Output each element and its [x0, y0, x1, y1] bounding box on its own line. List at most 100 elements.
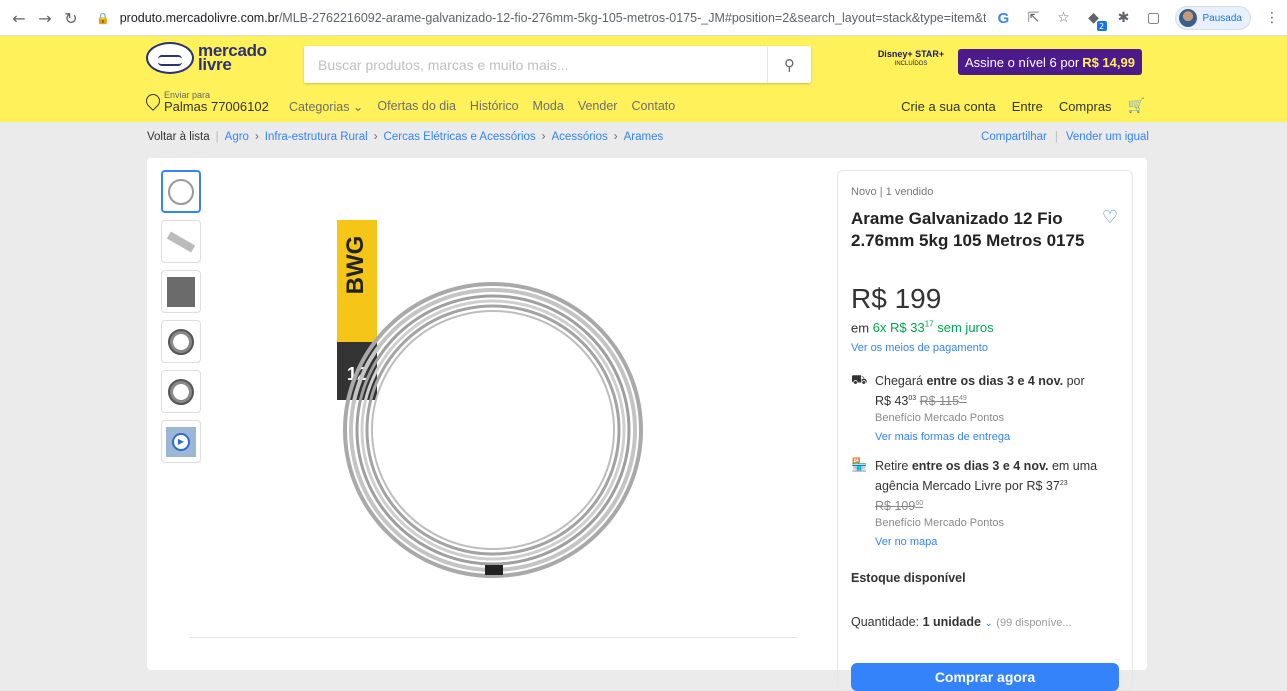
purchases-link[interactable]: Compras: [1059, 99, 1112, 114]
subscription-promo-button[interactable]: Assine o nível 6 por R$ 14,99: [958, 49, 1142, 75]
ship-old-price: R$ 115: [919, 394, 960, 409]
breadcrumb-item[interactable]: Acessórios: [552, 131, 608, 143]
nav-moda[interactable]: Moda: [533, 99, 564, 114]
extension-badge: 2: [1096, 21, 1107, 31]
chevron-down-icon: ⌄: [984, 618, 993, 629]
product-image[interactable]: BWG 12: [337, 220, 697, 580]
login-link[interactable]: Entre: [1012, 99, 1043, 114]
bookmark-star-icon[interactable]: ☆: [1055, 9, 1073, 27]
installments-suffix: sem juros: [937, 320, 994, 336]
breadcrumb: Voltar à lista | Agro › Infra-estrutura …: [147, 131, 663, 143]
wire-coil-icon: [168, 178, 194, 205]
nav-contato[interactable]: Contato: [631, 99, 675, 114]
profile-label: Pausada: [1202, 12, 1242, 24]
thumbnail-1[interactable]: [161, 170, 201, 213]
buy-now-button[interactable]: Comprar agora: [851, 663, 1119, 691]
breadcrumb-item[interactable]: Infra-estrutura Rural: [265, 131, 368, 143]
share-separator: |: [1054, 131, 1058, 143]
qty-label: Quantidade:: [851, 615, 920, 629]
breadcrumb-item[interactable]: Cercas Elétricas e Acessórios: [384, 131, 536, 143]
chevron-right-icon: ›: [373, 131, 378, 143]
nav-categorias[interactable]: Categorias ⌄: [289, 99, 363, 114]
profile-button[interactable]: Pausada: [1174, 6, 1251, 30]
reload-icon[interactable]: ↻: [60, 7, 82, 29]
chevron-right-icon: ›: [254, 131, 259, 143]
ship-pre: Chegará: [875, 374, 923, 388]
url-host: produto.mercadolivre.com.br: [119, 11, 279, 25]
product-title: Arame Galvanizado 12 Fio 2.76mm 5kg 105 …: [851, 209, 1085, 250]
wire-bundle-icon: [166, 231, 196, 252]
extension-tag-icon[interactable]: ◆ 2: [1085, 9, 1107, 31]
breadcrumb-separator: |: [215, 131, 219, 143]
store-icon: 🏪: [851, 458, 868, 473]
disney-line1: Disney+ STAR+: [877, 49, 945, 59]
buy-box: Novo | 1 vendido Arame Galvanizado 12 Fi…: [837, 170, 1133, 691]
create-account-link[interactable]: Crie a sua conta: [901, 99, 996, 114]
account-nav: Crie a sua conta Entre Compras 🛒: [901, 98, 1145, 114]
installments-prefix: em: [851, 320, 870, 336]
share-actions: Compartilhar | Vender um igual: [981, 131, 1149, 143]
ship-old-cents: 49: [959, 395, 967, 402]
side-panel-icon[interactable]: ▢: [1145, 9, 1163, 27]
truck-icon: ⛟: [851, 373, 868, 388]
pickup-pre: Retire: [875, 459, 909, 473]
pickup-cents: 23: [1059, 480, 1068, 487]
stock-status: Estoque disponível: [851, 571, 966, 585]
installments-cents: 17: [924, 320, 934, 329]
disney-star-logo[interactable]: Disney+ STAR+ INCLUÍDOS: [872, 49, 950, 77]
promo-text: Assine o nível 6 por: [965, 54, 1080, 70]
coil-tag: [485, 565, 503, 575]
wire-coil: [343, 282, 643, 578]
thumbnail-video[interactable]: ▶: [161, 420, 201, 463]
extensions-puzzle-icon[interactable]: ✱: [1115, 9, 1133, 27]
product-panel: ▶ BWG 12 Novo | 1 vendido Arame Galvaniz…: [147, 158, 1147, 691]
wire-coil-icon: [168, 378, 194, 405]
thumbnail-5[interactable]: [161, 370, 201, 413]
thumbnail-2[interactable]: [161, 220, 201, 263]
ship-dates: entre os dias 3 e 4 nov.: [926, 374, 1064, 388]
mercado-livre-logo[interactable]: mercado livre: [146, 42, 267, 74]
forward-arrow-icon[interactable]: →: [34, 7, 56, 29]
search-placeholder: Buscar produtos, marcas e muito mais...: [318, 56, 569, 73]
wire-coil-icon: [168, 328, 194, 355]
share-link[interactable]: Compartilhar: [981, 131, 1047, 143]
main-nav: Categorias ⌄ Ofertas do dia Histórico Mo…: [289, 99, 675, 114]
breadcrumb-item[interactable]: Agro: [225, 131, 249, 143]
qty-available: (99 disponíve...: [996, 617, 1072, 629]
menu-kebab-icon[interactable]: ⋮: [1263, 9, 1281, 27]
ship-price-cents: 03: [908, 395, 917, 402]
breadcrumb-item[interactable]: Arames: [624, 131, 664, 143]
label-bwg-text: BWG: [342, 236, 369, 295]
thumbnail-4[interactable]: [161, 320, 201, 363]
view-map-link[interactable]: Ver no mapa: [875, 534, 1121, 551]
nav-historico[interactable]: Histórico: [470, 99, 519, 114]
search-icon[interactable]: ⚲: [767, 46, 811, 83]
pickup-old-cents: 60: [915, 500, 924, 508]
delivery-location[interactable]: Enviar para Palmas 77006102: [143, 90, 269, 114]
google-lens-icon[interactable]: G: [995, 9, 1013, 27]
condition-sold: Novo | 1 vendido: [851, 186, 934, 198]
location-pin-icon: [143, 91, 163, 111]
back-arrow-icon[interactable]: ←: [8, 7, 30, 29]
more-delivery-options-link[interactable]: Ver mais formas de entrega: [875, 429, 1085, 446]
sell-same-link[interactable]: Vender um igual: [1066, 131, 1149, 143]
lock-icon: 🔒: [96, 12, 110, 25]
back-to-list-link[interactable]: Voltar à lista: [147, 131, 210, 143]
quantity-selector[interactable]: Quantidade: 1 unidade ⌄ (99 disponíve...: [851, 615, 1072, 629]
payment-methods-link[interactable]: Ver os meios de pagamento: [851, 342, 988, 354]
qty-value: 1 unidade: [922, 615, 981, 629]
nav-ofertas[interactable]: Ofertas do dia: [377, 99, 456, 114]
share-icon[interactable]: ⇱: [1025, 9, 1043, 27]
promo-price: R$ 14,99: [1082, 54, 1135, 70]
address-bar[interactable]: 🔒 produto.mercadolivre.com.br /MLB-27622…: [96, 8, 986, 28]
deliver-address: Palmas 77006102: [164, 99, 269, 114]
section-divider: [189, 637, 797, 638]
photo-icon: [167, 276, 195, 307]
ship-post: por: [1066, 374, 1085, 388]
cart-icon[interactable]: 🛒: [1128, 98, 1145, 114]
favorite-heart-icon[interactable]: ♡: [1102, 207, 1118, 228]
nav-vender[interactable]: Vender: [578, 99, 618, 114]
url-path: /MLB-2762216092-arame-galvanizado-12-fio…: [278, 11, 986, 25]
thumbnail-3[interactable]: [161, 270, 201, 313]
search-input[interactable]: Buscar produtos, marcas e muito mais... …: [304, 46, 811, 83]
